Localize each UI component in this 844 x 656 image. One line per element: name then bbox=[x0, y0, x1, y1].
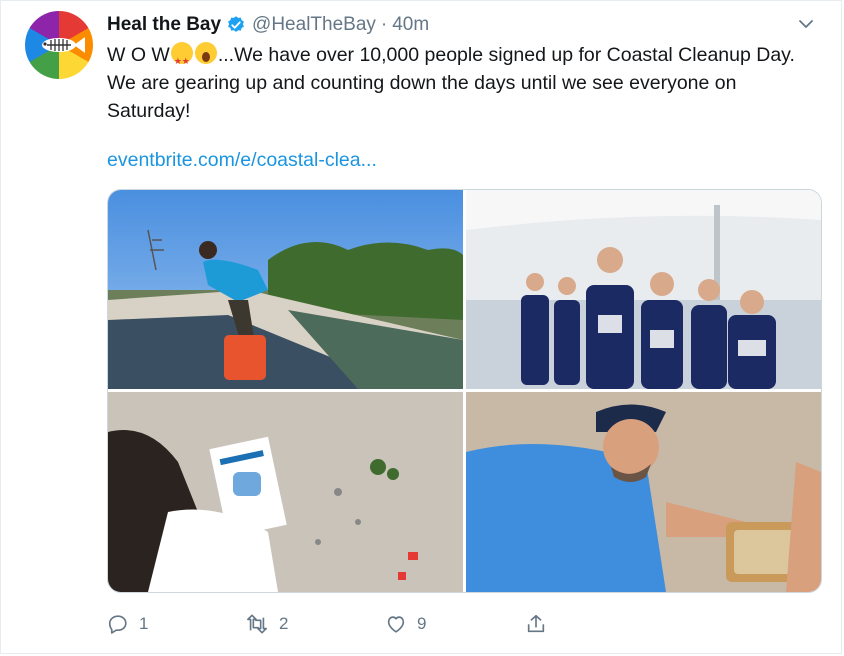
tweet-card[interactable]: Heal the Bay @HealTheBay · 40m W O W...W… bbox=[0, 0, 842, 654]
retweet-button[interactable]: 2 bbox=[245, 613, 288, 635]
beach-debris-photo[interactable] bbox=[108, 392, 463, 592]
reply-button[interactable]: 1 bbox=[107, 613, 148, 635]
tweet-header: Heal the Bay @HealTheBay · 40m bbox=[107, 13, 429, 37]
media-grid bbox=[107, 189, 822, 593]
reply-count: 1 bbox=[139, 614, 149, 633]
like-count: 9 bbox=[417, 614, 427, 633]
tweet-text: W O W...We have over 10,000 people signe… bbox=[107, 41, 817, 125]
reply-icon bbox=[108, 615, 127, 634]
share-icon bbox=[527, 614, 545, 633]
retweet-count: 2 bbox=[279, 614, 289, 633]
river-cleanup-photo[interactable] bbox=[108, 190, 463, 389]
display-name[interactable]: Heal the Bay bbox=[107, 14, 221, 36]
user-handle[interactable]: @HealTheBay bbox=[252, 14, 376, 36]
avatar[interactable] bbox=[25, 11, 93, 79]
share-button[interactable] bbox=[525, 613, 547, 635]
like-button[interactable]: 9 bbox=[385, 613, 426, 635]
sifting-sand-photo[interactable] bbox=[466, 392, 821, 592]
retweet-icon bbox=[247, 614, 267, 634]
volunteer-group-photo[interactable] bbox=[466, 190, 821, 389]
fish-logo-icon bbox=[42, 37, 85, 53]
separator-dot: · bbox=[380, 14, 388, 35]
heart-icon bbox=[387, 616, 405, 633]
chevron-down-icon[interactable] bbox=[797, 15, 815, 38]
tweet-link[interactable]: eventbrite.com/e/coastal-clea... bbox=[107, 149, 377, 172]
tweet-text-prefix: W O W bbox=[107, 44, 170, 66]
timestamp[interactable]: 40m bbox=[392, 14, 429, 36]
verified-badge-icon bbox=[226, 15, 246, 35]
star-struck-emoji-icon bbox=[170, 42, 193, 75]
screaming-face-emoji-icon bbox=[194, 42, 217, 64]
tweet-actions: 1 2 9 bbox=[107, 613, 567, 641]
